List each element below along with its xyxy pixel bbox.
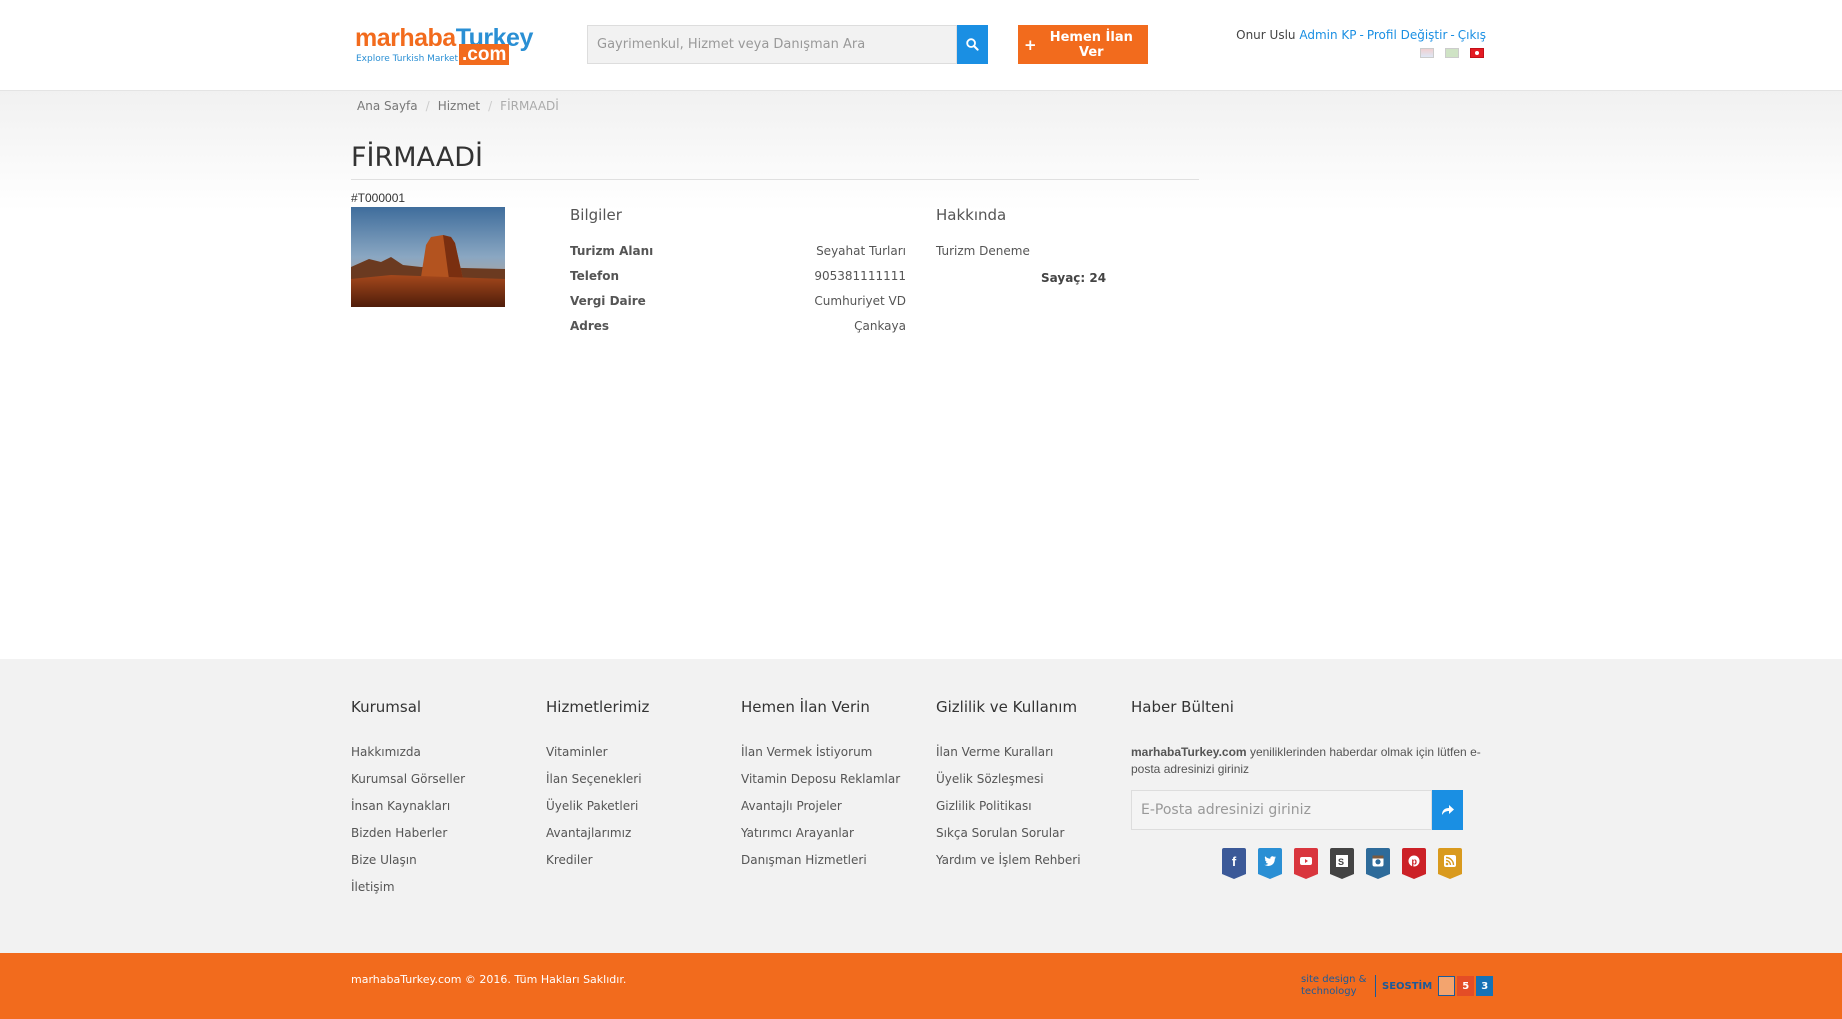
- title-divider: [351, 179, 1199, 180]
- footer-link[interactable]: Avantajlı Projeler: [741, 799, 842, 813]
- svg-text:p: p: [1412, 857, 1418, 867]
- footer-link[interactable]: İnsan Kaynakları: [351, 799, 450, 813]
- instagram-icon: [1366, 848, 1390, 879]
- footer-link[interactable]: Kurumsal Görseller: [351, 772, 465, 786]
- footer-link[interactable]: Krediler: [546, 853, 593, 867]
- search-button[interactable]: [957, 25, 988, 64]
- search-input[interactable]: [587, 25, 957, 64]
- html5-icon: 5: [1457, 976, 1475, 996]
- info-row: Vergi Daire Cumhuriyet VD: [570, 294, 906, 308]
- credit-brand: SEOSTİM: [1382, 980, 1433, 992]
- newsletter-submit-button[interactable]: [1432, 790, 1463, 830]
- youtube-button[interactable]: [1294, 848, 1318, 879]
- stumbleupon-button[interactable]: S: [1330, 848, 1354, 879]
- logo-tagline: Explore Turkish Market: [356, 54, 459, 64]
- about-text: Turizm Deneme: [936, 244, 1030, 258]
- footer-link[interactable]: Bizden Haberler: [351, 826, 447, 840]
- logo-domain: .com: [459, 44, 510, 65]
- rss-button[interactable]: [1438, 848, 1462, 879]
- credit-caption: site design & technology: [1301, 974, 1367, 997]
- footer-link[interactable]: İlan Vermek İstiyorum: [741, 745, 872, 759]
- post-listing-button[interactable]: + Hemen İlan Ver: [1018, 25, 1148, 64]
- footer-heading-privacy: Gizlilik ve Kullanım: [936, 698, 1078, 716]
- search-icon: [966, 38, 979, 51]
- footer-link[interactable]: Üyelik Paketleri: [546, 799, 638, 813]
- newsletter-email-input[interactable]: [1131, 790, 1432, 830]
- company-code: #T000001: [351, 191, 406, 205]
- twitter-button[interactable]: [1258, 848, 1282, 879]
- footer-link[interactable]: İletişim: [351, 880, 395, 894]
- view-counter: Sayaç: 24: [1041, 271, 1107, 285]
- footer-link[interactable]: Vitamin Deposu Reklamlar: [741, 772, 900, 786]
- css3-icon: 3: [1476, 976, 1494, 996]
- footer-link[interactable]: İlan Verme Kuralları: [936, 745, 1053, 759]
- user-name: Onur Uslu: [1236, 28, 1296, 42]
- page-title: FİRMAADİ: [351, 142, 483, 173]
- footer-link[interactable]: Vitaminler: [546, 745, 608, 759]
- profile-edit-link[interactable]: Profil Değiştir: [1367, 28, 1448, 42]
- logout-link[interactable]: Çıkış: [1458, 28, 1486, 42]
- svg-text:S: S: [1338, 857, 1344, 867]
- info-row: Telefon 905381111111: [570, 269, 906, 283]
- breadcrumb-home[interactable]: Ana Sayfa: [357, 99, 418, 113]
- info-row: Turizm Alanı Seyahat Turları: [570, 244, 906, 258]
- instagram-button[interactable]: [1366, 848, 1390, 879]
- facebook-icon: f: [1222, 848, 1246, 879]
- pinterest-button[interactable]: p: [1402, 848, 1426, 879]
- seo-icon: [1438, 976, 1456, 996]
- footer-link[interactable]: İlan Seçenekleri: [546, 772, 642, 786]
- info-heading: Bilgiler: [570, 206, 622, 224]
- arabic-flag-icon[interactable]: [1445, 48, 1459, 58]
- credit-divider: [1375, 975, 1376, 997]
- site-header: marhabaTurkey .com Explore Turkish Marke…: [0, 0, 1842, 91]
- footer-heading-services: Hizmetlerimiz: [546, 698, 650, 716]
- newsletter-heading: Haber Bülteni: [1131, 698, 1234, 716]
- admin-panel-link[interactable]: Admin KP: [1299, 28, 1356, 42]
- footer-link[interactable]: Danışman Hizmetleri: [741, 853, 867, 867]
- twitter-icon: [1258, 848, 1282, 879]
- turkish-flag-icon[interactable]: [1470, 48, 1484, 58]
- footer-link[interactable]: Üyelik Sözleşmesi: [936, 772, 1044, 786]
- footer-link[interactable]: Yardım ve İşlem Rehberi: [936, 853, 1081, 867]
- stumbleupon-icon: S: [1330, 848, 1354, 879]
- content-area: [0, 91, 1842, 659]
- post-listing-label: Hemen İlan Ver: [1049, 29, 1133, 60]
- english-flag-icon[interactable]: [1420, 48, 1434, 58]
- design-credit[interactable]: site design & technology SEOSTİM 5 3: [1301, 973, 1494, 999]
- info-row: Adres Çankaya: [570, 319, 906, 333]
- share-arrow-icon: [1441, 805, 1454, 815]
- rss-icon: [1438, 848, 1462, 879]
- footer-link[interactable]: Bize Ulaşın: [351, 853, 417, 867]
- about-heading: Hakkında: [936, 206, 1007, 224]
- footer-heading-post: Hemen İlan Verin: [741, 698, 870, 716]
- copyright-bar: [0, 953, 1842, 1019]
- user-bar: Onur Uslu Admin KP - Profil Değiştir - Çıkış: [1236, 28, 1486, 42]
- youtube-icon: [1294, 848, 1318, 879]
- facebook-button[interactable]: f: [1222, 848, 1246, 879]
- view-counter-value: 24: [1089, 271, 1107, 285]
- footer-link[interactable]: Avantajlarımız: [546, 826, 631, 840]
- footer-link[interactable]: Gizlilik Politikası: [936, 799, 1032, 813]
- footer-heading-corporate: Kurumsal: [351, 698, 422, 716]
- site-footer: [0, 659, 1842, 953]
- footer-link[interactable]: Yatırımcı Arayanlar: [741, 826, 854, 840]
- pinterest-icon: p: [1402, 848, 1426, 879]
- copyright-text: marhabaTurkey.com © 2016. Tüm Hakları Sa…: [351, 973, 627, 986]
- desert-landscape-image: [351, 207, 505, 307]
- breadcrumb-current: FİRMAADİ: [500, 99, 559, 113]
- newsletter-description: marhabaTurkey.com yeniliklerinden haberd…: [1131, 745, 1481, 776]
- company-photo[interactable]: [351, 207, 505, 307]
- footer-link[interactable]: Hakkımızda: [351, 745, 421, 759]
- breadcrumb: Ana Sayfa / Hizmet / FİRMAADİ: [357, 99, 559, 113]
- site-logo[interactable]: marhabaTurkey .com Explore Turkish Marke…: [355, 24, 533, 70]
- plus-icon: +: [1024, 35, 1037, 54]
- breadcrumb-service[interactable]: Hizmet: [438, 99, 480, 113]
- footer-link[interactable]: Sıkça Sorulan Sorular: [936, 826, 1064, 840]
